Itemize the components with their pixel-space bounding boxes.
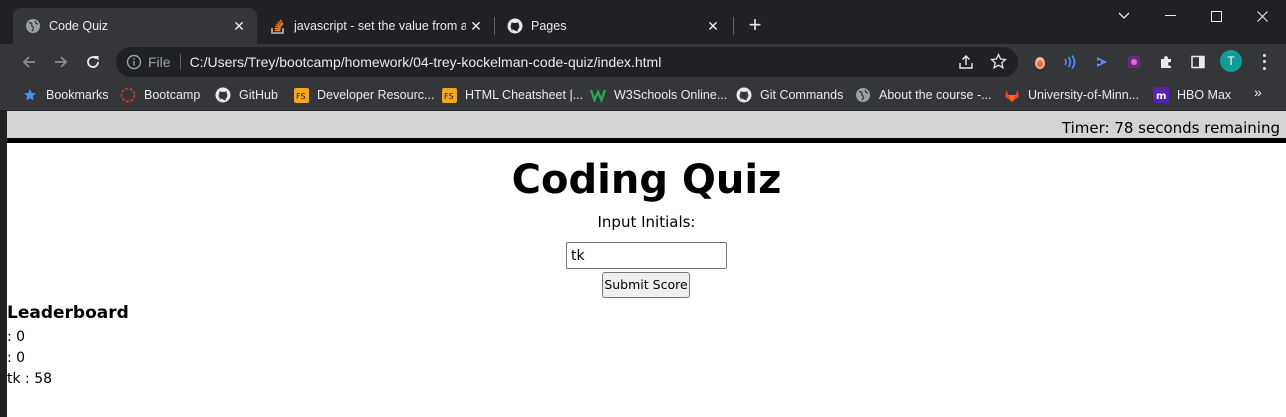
page-title: Coding Quiz [511, 157, 782, 203]
tab-strip: Code Quiz ✕ javascript - set the value f… [0, 0, 1286, 44]
tab-search-chevron-icon[interactable] [1101, 0, 1147, 32]
fs-icon: FS [441, 87, 457, 103]
forward-icon[interactable] [47, 48, 75, 76]
fs-icon: FS [293, 87, 309, 103]
leaderboard-entry: : 0 [7, 350, 26, 366]
bookmark-item[interactable]: Bootcamp [120, 85, 200, 105]
page-viewport: Timer: 78 seconds remaining Coding Quiz … [7, 111, 1286, 417]
bookmark-label: GitHub [239, 88, 278, 102]
bookmark-label: Git Commands [760, 88, 844, 102]
back-icon[interactable] [15, 48, 43, 76]
bookmark-item[interactable]: Git Commands [736, 85, 843, 105]
star-bookmark-icon[interactable] [989, 52, 1008, 75]
bookmark-item[interactable]: W3Schools Online... [590, 85, 727, 105]
bookmark-label: University-of-Minn... [1028, 88, 1140, 102]
svg-text:FS: FS [444, 92, 454, 101]
browser-toolbar: File C:/Users/Trey/bootcamp/homework/04-… [0, 44, 1286, 80]
bookmark-item[interactable]: GitHub [215, 85, 278, 105]
svg-text:m: m [1156, 91, 1166, 102]
bookmark-label: Bookmarks [46, 88, 109, 102]
minimize-icon[interactable] [1147, 0, 1193, 32]
reload-icon[interactable] [79, 48, 107, 76]
address-bar[interactable]: File C:/Users/Trey/bootcamp/homework/04-… [116, 47, 1018, 77]
extension-icon[interactable] [1031, 53, 1049, 71]
extension-icon[interactable] [1125, 53, 1143, 71]
tab-title: Pages [531, 19, 567, 33]
tab-title: javascript - set the value from an [294, 19, 466, 33]
gitlab-icon [1004, 87, 1020, 103]
profile-avatar[interactable]: T [1220, 50, 1242, 72]
close-icon[interactable]: ✕ [229, 16, 249, 36]
tab-pages[interactable]: Pages ✕ [495, 8, 731, 44]
leaderboard-title: Leaderboard [7, 303, 129, 323]
puzzle-icon[interactable] [1157, 53, 1175, 71]
initials-input[interactable] [566, 242, 727, 269]
scheme-label: File [148, 54, 171, 70]
bookmarks-bar: Bookmarks Bootcamp GitHub FS Developer R… [0, 80, 1286, 110]
tab-code-quiz[interactable]: Code Quiz ✕ [13, 8, 257, 44]
leaderboard-list: : 0 : 0 tk : 58 [7, 327, 52, 390]
extension-icon[interactable] [1093, 53, 1111, 71]
globe-icon [25, 18, 41, 34]
bookmark-label: W3Schools Online... [614, 88, 728, 102]
bootcamp-icon [120, 87, 136, 103]
bookmark-item[interactable]: FS Developer Resourc... [293, 85, 434, 105]
stackoverflow-icon [270, 18, 286, 34]
w3schools-icon [590, 87, 606, 103]
url-text[interactable]: C:/Users/Trey/bootcamp/homework/04-trey-… [190, 54, 662, 70]
bookmarks-overflow-button[interactable]: » [1254, 84, 1262, 100]
leaderboard-entry: : 0 [7, 329, 26, 345]
tab-separator [733, 17, 734, 35]
info-icon[interactable] [126, 54, 142, 70]
hbomax-icon: m [1153, 87, 1169, 103]
bookmark-label: Developer Resourc... [317, 88, 435, 102]
bookmark-label: Bootcamp [144, 88, 201, 102]
initials-label: Input Initials: [597, 213, 696, 231]
github-icon [215, 87, 231, 103]
github-icon [736, 87, 752, 103]
close-window-icon[interactable] [1239, 0, 1285, 32]
timer-bar: Timer: 78 seconds remaining [7, 111, 1286, 143]
github-icon [507, 18, 523, 34]
globe-icon [855, 87, 871, 103]
leaderboard-entry: tk : 58 [7, 371, 53, 387]
svg-text:FS: FS [296, 92, 306, 101]
bookmark-item[interactable]: University-of-Minn... [1004, 85, 1139, 105]
close-icon[interactable]: ✕ [466, 16, 486, 36]
tab-stackoverflow[interactable]: javascript - set the value from an ✕ [258, 8, 494, 44]
timer-text: Timer: 78 seconds remaining [1061, 119, 1280, 137]
bookmark-label: About the course -... [879, 88, 992, 102]
bookmark-item[interactable]: FS HTML Cheatsheet |... [441, 85, 583, 105]
star-icon [22, 87, 38, 103]
share-icon[interactable] [958, 54, 974, 75]
tab-title: Code Quiz [49, 19, 109, 33]
submit-score-button[interactable]: Submit Score [602, 272, 690, 298]
bookmark-item[interactable]: m HBO Max [1153, 85, 1231, 105]
close-icon[interactable]: ✕ [703, 16, 723, 36]
new-tab-button[interactable]: + [744, 14, 766, 37]
maximize-icon[interactable] [1193, 0, 1239, 32]
menu-dots-icon[interactable] [1256, 52, 1272, 72]
extension-icon[interactable] [1061, 53, 1079, 71]
side-panel-icon[interactable] [1189, 53, 1207, 71]
bookmark-label: HTML Cheatsheet |... [465, 88, 584, 102]
bookmark-item[interactable]: Bookmarks [22, 85, 109, 105]
address-divider [179, 54, 181, 70]
bookmark-label: HBO Max [1177, 88, 1232, 102]
bookmark-item[interactable]: About the course -... [855, 85, 992, 105]
